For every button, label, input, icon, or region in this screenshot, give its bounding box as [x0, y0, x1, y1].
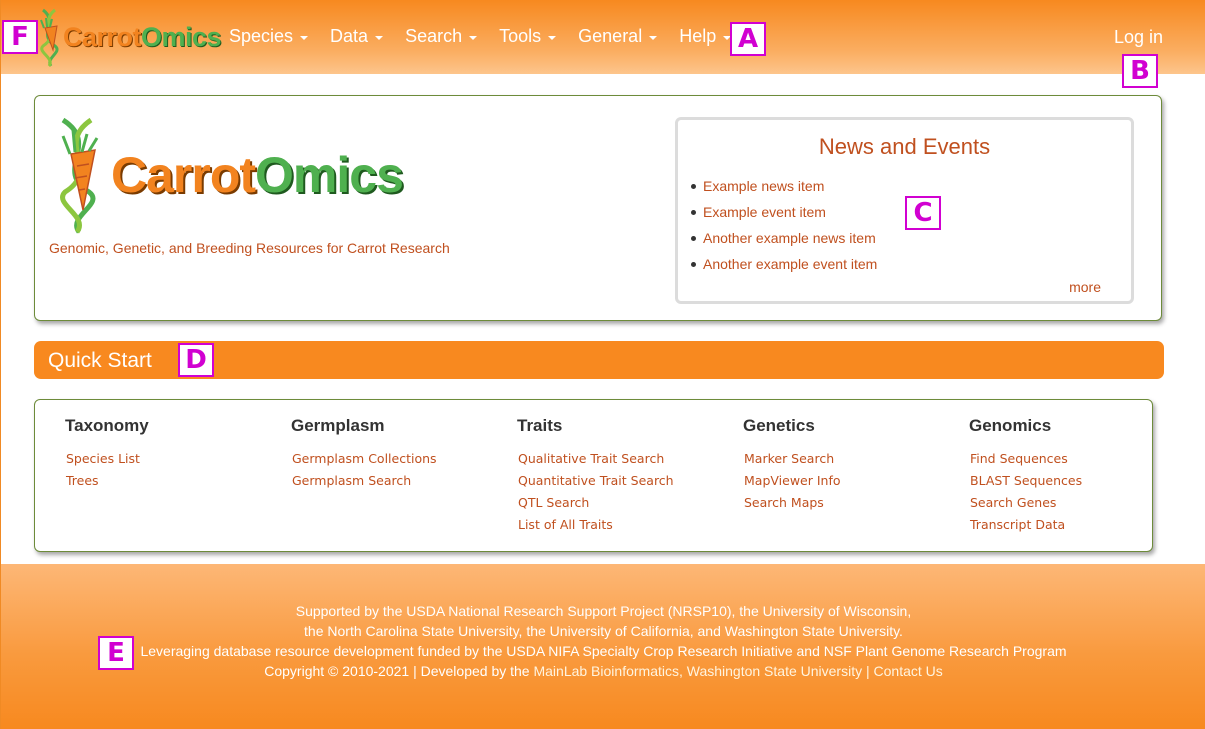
nav-help-dropdown[interactable]: Help: [679, 26, 732, 47]
footer-funding-line: Leveraging database resource development…: [140, 643, 1067, 659]
news-title: News and Events: [818, 134, 991, 159]
bullet-icon: [691, 209, 696, 215]
nav-search-dropdown[interactable]: Search: [405, 26, 478, 47]
footer-support-line-1: Supported by the USDA National Research …: [295, 603, 912, 619]
column-heading: Germplasm: [291, 416, 385, 435]
bullet-icon: [691, 261, 696, 267]
caret-down-icon: [300, 35, 309, 40]
quick-link-list-of-all-traits[interactable]: List of All Traits: [518, 514, 674, 536]
quick-link-qtl-search[interactable]: QTL Search: [518, 492, 674, 514]
quick-start-title: Quick Start: [48, 349, 152, 372]
quick-link-search-genes[interactable]: Search Genes: [970, 492, 1082, 514]
footer-support-line-2: the North Carolina State University, the…: [304, 623, 903, 639]
quick-links-column-traits: Traits Qualitative Trait Search Quantita…: [517, 416, 674, 536]
marker-b: B: [1122, 54, 1158, 88]
quick-links-column-genomics: Genomics Find Sequences BLAST Sequences …: [969, 416, 1082, 536]
main-nav: Species Data Search Tools General Help: [229, 26, 753, 47]
marker-e: E: [98, 636, 134, 670]
caret-down-icon: [548, 35, 557, 40]
top-navbar: CarrotOmics Species Data Search Tools Ge…: [1, 0, 1205, 74]
marker-c: C: [905, 196, 941, 230]
login-link[interactable]: Log in: [1114, 27, 1163, 48]
bullet-icon: [691, 183, 696, 189]
column-heading: Genomics: [969, 416, 1052, 435]
news-item-link[interactable]: Example news item: [703, 178, 824, 194]
news-more-link[interactable]: more: [1069, 279, 1101, 295]
quick-link-search-maps[interactable]: Search Maps: [744, 492, 841, 514]
nav-tools-dropdown[interactable]: Tools: [499, 26, 557, 47]
nav-data-dropdown[interactable]: Data: [330, 26, 384, 47]
carrot-dna-logo-icon: [33, 6, 67, 68]
news-item-link[interactable]: Example event item: [703, 204, 826, 220]
bullet-icon: [691, 235, 696, 241]
hero-logo: CarrotOmics: [49, 114, 404, 236]
quick-link-transcript-data[interactable]: Transcript Data: [970, 514, 1082, 536]
site-tagline: Genomic, Genetic, and Breeding Resources…: [49, 240, 450, 256]
footer-copyright-text: Copyright © 2010-2021 | Developed by the: [264, 663, 530, 679]
marker-d: D: [178, 343, 214, 377]
footer-copyright-line: Copyright © 2010-2021 | Developed by the…: [1, 663, 1205, 679]
footer-separator: |: [865, 663, 870, 679]
quick-link-qualitative-trait-search[interactable]: Qualitative Trait Search: [518, 448, 674, 470]
column-heading: Taxonomy: [65, 416, 149, 435]
quick-links-column-germplasm: Germplasm Germplasm Collections Germplas…: [291, 416, 437, 492]
nav-species-dropdown[interactable]: Species: [229, 26, 309, 47]
caret-down-icon: [649, 35, 658, 40]
column-heading: Traits: [517, 416, 563, 435]
brand-logo-link[interactable]: CarrotOmics: [33, 6, 222, 68]
hero-wordmark: CarrotOmics: [111, 147, 404, 203]
carrot-dna-logo-icon: [49, 114, 109, 236]
quick-link-germplasm-collections[interactable]: Germplasm Collections: [292, 448, 437, 470]
quick-link-mapviewer-info[interactable]: MapViewer Info: [744, 470, 841, 492]
quick-link-trees[interactable]: Trees: [66, 470, 149, 492]
nav-general-dropdown[interactable]: General: [578, 26, 658, 47]
quick-link-find-sequences[interactable]: Find Sequences: [970, 448, 1082, 470]
column-heading: Genetics: [743, 416, 815, 435]
page-footer: Supported by the USDA National Research …: [1, 564, 1205, 729]
quick-link-species-list[interactable]: Species List: [66, 448, 149, 470]
marker-a: A: [730, 22, 766, 56]
caret-down-icon: [375, 35, 384, 40]
marker-f: F: [2, 20, 38, 54]
news-item-link[interactable]: Another example event item: [703, 256, 877, 272]
hero-panel: CarrotOmics Genomic, Genetic, and Breedi…: [34, 95, 1162, 321]
quick-link-germplasm-search[interactable]: Germplasm Search: [292, 470, 437, 492]
news-item-link[interactable]: Another example news item: [703, 230, 876, 246]
quick-links-column-taxonomy: Taxonomy Species List Trees: [65, 416, 149, 492]
quick-links-panel: Taxonomy Species List Trees Germplasm Ge…: [34, 399, 1153, 552]
mainlab-link[interactable]: MainLab Bioinformatics, Washington State…: [533, 663, 862, 679]
quick-links-column-genetics: Genetics Marker Search MapViewer Info Se…: [743, 416, 841, 514]
quick-link-quantitative-trait-search[interactable]: Quantitative Trait Search: [518, 470, 674, 492]
news-item: Another example event item: [691, 251, 1131, 277]
contact-us-link[interactable]: Contact Us: [874, 663, 943, 679]
quick-link-marker-search[interactable]: Marker Search: [744, 448, 841, 470]
quick-link-blast-sequences[interactable]: BLAST Sequences: [970, 470, 1082, 492]
caret-down-icon: [469, 35, 478, 40]
brand-wordmark: CarrotOmics: [63, 21, 222, 52]
